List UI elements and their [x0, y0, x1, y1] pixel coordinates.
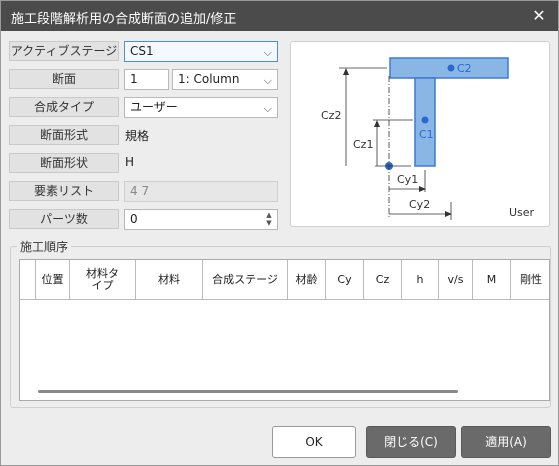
section-number-value: 1	[130, 72, 138, 86]
c2-label: C2	[457, 62, 472, 75]
column-header[interactable]: h	[402, 260, 439, 300]
composite-type-value: ユーザー	[130, 100, 178, 114]
table-header: 位置 材料タイプ 材料 合成ステージ 材齢 Cy Cz h v/s M 剛性	[20, 260, 549, 300]
active-stage-select[interactable]: CS1 ⌵	[124, 41, 278, 62]
column-header[interactable]: 合成ステージ	[203, 260, 288, 300]
chevron-down-icon: ⌵	[263, 102, 272, 115]
column-header[interactable]: 位置	[36, 260, 70, 300]
parts-count-spinner[interactable]: 0 ▲ ▼	[124, 209, 278, 230]
row-header-cell	[20, 260, 36, 300]
close-button[interactable]: 閉じる(C)	[366, 426, 456, 458]
section-select[interactable]: 1: Column ⌵	[172, 69, 278, 90]
ok-button[interactable]: OK	[272, 426, 356, 458]
column-header[interactable]: v/s	[439, 260, 473, 300]
active-stage-value: CS1	[130, 44, 154, 58]
dialog-window: 施工段階解析用の合成断面の追加/修正 ✕ アクティブステージ CS1 ⌵ 断面 …	[0, 0, 559, 466]
column-header[interactable]: 材齢	[288, 260, 326, 300]
column-header[interactable]: 材料	[136, 260, 203, 300]
close-icon[interactable]: ✕	[528, 5, 550, 27]
horizontal-scrollbar[interactable]	[38, 390, 458, 393]
composite-type-select[interactable]: ユーザー ⌵	[124, 97, 278, 118]
section-label: 断面	[9, 69, 119, 89]
section-number-input[interactable]: 1	[124, 69, 169, 90]
section-diagram-svg: C2 C1 Cz2 Cz1 Cy1 Cy2 User	[321, 57, 535, 220]
element-list-input: 4 7	[124, 181, 278, 202]
construction-order-table[interactable]: 位置 材料タイプ 材料 合成ステージ 材齢 Cy Cz h v/s M 剛性	[19, 259, 550, 401]
parts-count-value: 0	[130, 212, 138, 226]
composite-type-label: 合成タイプ	[9, 97, 119, 117]
c1-label: C1	[419, 128, 434, 141]
column-header[interactable]: Cy	[326, 260, 364, 300]
cz1-arrow	[374, 120, 380, 127]
section-form-label: 断面形状	[9, 153, 119, 173]
column-header[interactable]: M	[473, 260, 511, 300]
spinner-arrows-icon[interactable]: ▲ ▼	[264, 211, 274, 227]
apply-button[interactable]: 適用(A)	[461, 426, 551, 458]
cy1-label: Cy1	[397, 173, 418, 186]
chevron-down-icon: ⌵	[263, 74, 272, 87]
chevron-down-icon: ⌵	[263, 46, 272, 59]
section-select-value: 1: Column	[178, 72, 240, 86]
cz2-label: Cz2	[321, 109, 341, 122]
column-header[interactable]: 剛性	[511, 260, 549, 300]
section-diagram: C2 C1 Cz2 Cz1 Cy1 Cy2 User	[290, 41, 550, 227]
c2-centroid-dot	[447, 64, 455, 72]
mode-label: User	[509, 206, 535, 219]
cy2-label: Cy2	[409, 198, 430, 211]
construction-order-title: 施工順序	[17, 238, 72, 255]
section-form-value: H	[125, 155, 135, 169]
element-list-value: 4 7	[130, 184, 150, 198]
section-shape-label: 断面形式	[9, 125, 119, 145]
cz2-arrow	[343, 68, 349, 75]
c1-centroid-dot	[421, 116, 429, 124]
section-shape-value: 規格	[125, 129, 150, 143]
title-bar: 施工段階解析用の合成断面の追加/修正 ✕	[1, 1, 558, 31]
column-header[interactable]: 材料タイプ	[70, 260, 136, 300]
element-list-label: 要素リスト	[9, 181, 119, 201]
column-header[interactable]: Cz	[364, 260, 402, 300]
dialog-title: 施工段階解析用の合成断面の追加/修正	[11, 12, 237, 27]
cz1-label: Cz1	[353, 138, 373, 151]
parts-count-label: パーツ数	[9, 209, 119, 229]
active-stage-label: アクティブステージ	[9, 41, 119, 61]
